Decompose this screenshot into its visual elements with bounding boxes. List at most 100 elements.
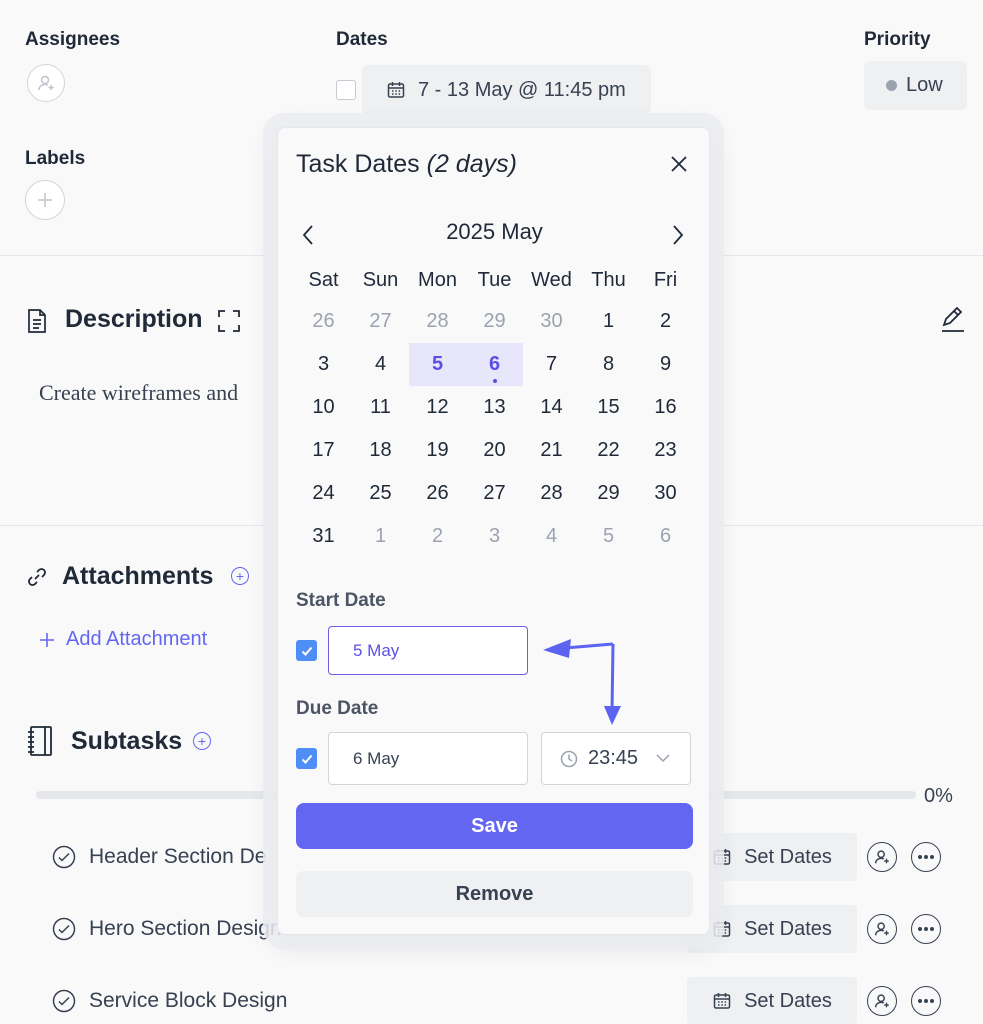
calendar-day[interactable]: 24 xyxy=(295,472,352,515)
due-time-select[interactable]: 23:45 xyxy=(541,732,691,785)
add-attachment-link[interactable]: Add Attachment xyxy=(38,628,207,651)
calendar-day-number: 26 xyxy=(312,310,335,332)
more-options-button[interactable] xyxy=(911,986,941,1016)
close-icon[interactable] xyxy=(670,155,688,173)
priority-label: Priority xyxy=(864,29,931,50)
calendar-day-number: 7 xyxy=(545,353,558,375)
calendar-day[interactable]: 16 xyxy=(637,386,694,429)
calendar-day[interactable]: 14 xyxy=(523,386,580,429)
chevron-right-icon[interactable] xyxy=(671,224,685,246)
calendar-day[interactable]: 20 xyxy=(466,429,523,472)
calendar-day[interactable]: 3 xyxy=(295,343,352,386)
calendar-day[interactable]: 9 xyxy=(637,343,694,386)
calendar-day[interactable]: 17 xyxy=(295,429,352,472)
notebook-icon xyxy=(28,726,52,756)
add-assignee-button[interactable] xyxy=(27,64,65,102)
calendar-day[interactable]: 13 xyxy=(466,386,523,429)
priority-value: Low xyxy=(906,74,943,96)
calendar-day[interactable]: 30 xyxy=(523,300,580,343)
calendar-day-number: 23 xyxy=(654,439,677,461)
check-circle-icon[interactable] xyxy=(52,845,76,869)
set-dates-button[interactable]: Set Dates xyxy=(687,833,857,881)
edit-pencil-icon[interactable] xyxy=(940,305,966,333)
due-date-input[interactable]: 6 May xyxy=(328,732,528,785)
set-dates-label: Set Dates xyxy=(744,989,832,1012)
set-dates-label: Set Dates xyxy=(744,917,832,940)
description-text: Create wireframes and xyxy=(39,380,239,405)
calendar-day[interactable]: 26 xyxy=(295,300,352,343)
calendar-day[interactable]: 22 xyxy=(580,429,637,472)
calendar-day[interactable]: 19 xyxy=(409,429,466,472)
calendar-day[interactable]: 18 xyxy=(352,429,409,472)
dates-checkbox[interactable] xyxy=(336,80,356,100)
calendar-day[interactable]: 5 xyxy=(580,515,637,558)
calendar-day[interactable]: 11 xyxy=(352,386,409,429)
calendar-icon xyxy=(387,82,405,98)
calendar-day-number: 31 xyxy=(312,525,335,547)
save-button[interactable]: Save xyxy=(296,803,693,849)
calendar-day-number: 3 xyxy=(317,353,330,375)
calendar-day[interactable]: 30 xyxy=(637,472,694,515)
assign-user-button[interactable] xyxy=(867,986,897,1016)
check-circle-icon[interactable] xyxy=(52,917,76,941)
calendar-day[interactable]: 4 xyxy=(352,343,409,386)
calendar-day[interactable]: 12 xyxy=(409,386,466,429)
set-dates-button[interactable]: Set Dates xyxy=(687,905,857,953)
calendar-day[interactable]: 21 xyxy=(523,429,580,472)
add-label-button[interactable] xyxy=(25,180,65,220)
dates-chip[interactable]: 7 - 13 May @ 11:45 pm xyxy=(362,65,651,115)
check-circle-icon[interactable] xyxy=(52,989,76,1013)
calendar-day[interactable]: 2 xyxy=(637,300,694,343)
calendar-day[interactable]: 1 xyxy=(580,300,637,343)
subtasks-progress-text: 0% xyxy=(924,785,953,807)
add-subtask-plus-icon[interactable]: + xyxy=(193,732,211,750)
popup-title: Task Dates (2 days) xyxy=(296,150,517,179)
calendar-day[interactable]: 29 xyxy=(580,472,637,515)
calendar-day-number: 20 xyxy=(483,439,506,461)
start-date-input[interactable]: 5 May xyxy=(328,626,528,675)
subtask-row[interactable]: Hero Section Design xyxy=(52,905,282,953)
labels-label: Labels xyxy=(25,148,86,169)
calendar-day[interactable]: 2 xyxy=(409,515,466,558)
assign-user-button[interactable] xyxy=(867,914,897,944)
calendar-day[interactable]: 29 xyxy=(466,300,523,343)
calendar-day-number: 30 xyxy=(654,482,677,504)
add-attachment-plus-icon[interactable]: + xyxy=(231,567,249,585)
calendar-day[interactable]: 7 xyxy=(523,343,580,386)
remove-button[interactable]: Remove xyxy=(296,871,693,917)
calendar-day[interactable]: 4 xyxy=(523,515,580,558)
calendar-day[interactable]: 23 xyxy=(637,429,694,472)
more-options-button[interactable] xyxy=(911,914,941,944)
calendar-day[interactable]: 28 xyxy=(523,472,580,515)
calendar-day[interactable]: 3 xyxy=(466,515,523,558)
calendar-day[interactable]: 15 xyxy=(580,386,637,429)
calendar-day[interactable]: 6 xyxy=(637,515,694,558)
calendar-day-selected[interactable]: 5 xyxy=(409,343,466,386)
calendar-day-number: 28 xyxy=(426,310,449,332)
calendar-day[interactable]: 27 xyxy=(352,300,409,343)
assign-user-button[interactable] xyxy=(867,842,897,872)
start-date-checkbox[interactable] xyxy=(296,640,317,661)
calendar-day[interactable]: 26 xyxy=(409,472,466,515)
expand-icon[interactable] xyxy=(217,309,241,333)
calendar-day[interactable]: 1 xyxy=(352,515,409,558)
subtask-row[interactable]: Header Section De xyxy=(52,833,266,881)
due-date-checkbox[interactable] xyxy=(296,748,317,769)
subtask-row[interactable]: Service Block Design xyxy=(52,977,287,1024)
calendar-day[interactable]: 28 xyxy=(409,300,466,343)
calendar-day-selected[interactable]: 6 xyxy=(466,343,523,386)
calendar-day-number: 13 xyxy=(483,396,506,418)
more-options-button[interactable] xyxy=(911,842,941,872)
weekday-label: Sun xyxy=(362,269,399,291)
calendar-day[interactable]: 31 xyxy=(295,515,352,558)
calendar-day-number: 11 xyxy=(370,396,391,418)
calendar-day-number: 15 xyxy=(597,396,620,418)
subtask-name: Hero Section Design xyxy=(89,917,282,940)
weekday-label: Wed xyxy=(531,269,572,291)
set-dates-button[interactable]: Set Dates xyxy=(687,977,857,1024)
calendar-day[interactable]: 8 xyxy=(580,343,637,386)
calendar-day[interactable]: 25 xyxy=(352,472,409,515)
calendar-day[interactable]: 10 xyxy=(295,386,352,429)
calendar-day[interactable]: 27 xyxy=(466,472,523,515)
priority-chip[interactable]: Low xyxy=(864,61,967,110)
